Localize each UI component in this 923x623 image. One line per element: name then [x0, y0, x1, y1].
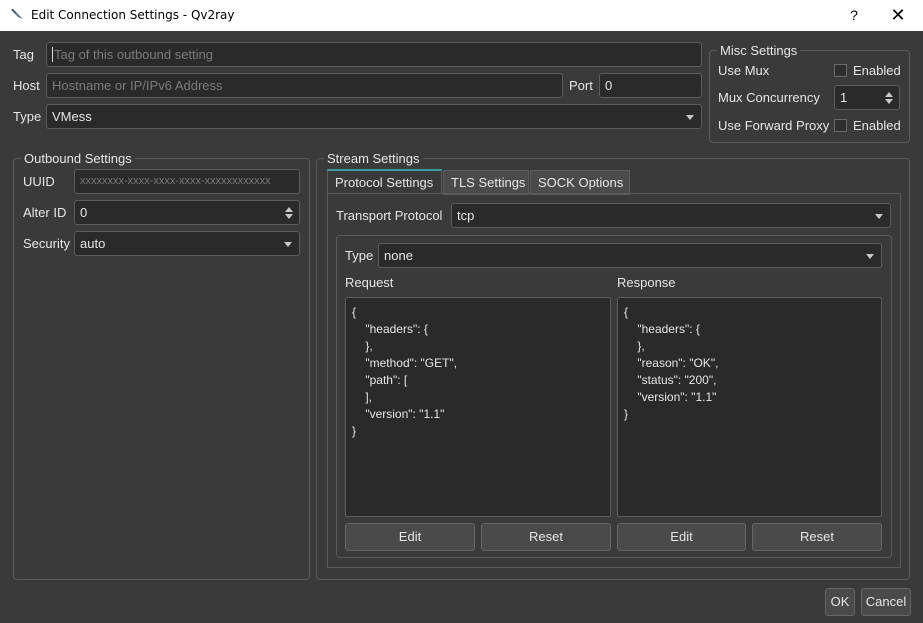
- uuid-label: UUID: [23, 174, 55, 189]
- spin-up-icon[interactable]: [885, 92, 893, 97]
- transport-protocol-value: tcp: [457, 208, 475, 223]
- ok-button[interactable]: OK: [825, 588, 855, 616]
- cancel-button[interactable]: Cancel: [861, 588, 911, 616]
- help-button[interactable]: ?: [836, 0, 872, 31]
- mux-concurrency-label: Mux Concurrency: [718, 90, 820, 105]
- header-type-value: none: [384, 248, 413, 263]
- stream-settings-title: Stream Settings: [324, 151, 423, 166]
- protocol-type-select[interactable]: VMess: [46, 104, 702, 129]
- tag-placeholder: Tag of this outbound setting: [54, 47, 214, 62]
- spin-down-icon[interactable]: [885, 99, 893, 104]
- port-input[interactable]: 0: [599, 73, 702, 98]
- tab-protocol-settings[interactable]: Protocol Settings: [327, 169, 442, 194]
- window-title: Edit Connection Settings - Qv2ray: [31, 8, 235, 22]
- qv2ray-app-icon: [11, 8, 23, 19]
- transport-protocol-select[interactable]: tcp: [451, 203, 891, 228]
- misc-settings-title: Misc Settings: [717, 43, 801, 58]
- uuid-input[interactable]: xxxxxxxx-xxxx-xxxx-xxxx-xxxxxxxxxxxx: [74, 169, 300, 194]
- tag-label: Tag: [13, 47, 34, 62]
- request-label: Request: [345, 275, 394, 290]
- alter-id-spinbox[interactable]: 0: [74, 200, 300, 225]
- forward-proxy-checkbox[interactable]: [834, 119, 847, 132]
- outbound-settings-title: Outbound Settings: [21, 151, 135, 166]
- tab-sock-options[interactable]: SOCK Options: [530, 170, 630, 195]
- response-json-textarea[interactable]: { "headers": { }, "reason": "OK", "statu…: [617, 297, 882, 517]
- security-value: auto: [80, 236, 106, 251]
- request-edit-button[interactable]: Edit: [345, 523, 475, 551]
- use-mux-enabled-label: Enabled: [853, 63, 901, 78]
- host-label: Host: [13, 78, 40, 93]
- header-type-label: Type: [345, 248, 374, 263]
- close-button[interactable]: ✕: [878, 0, 918, 31]
- alter-id-label: Alter ID: [23, 205, 67, 220]
- security-select[interactable]: auto: [74, 231, 300, 256]
- response-edit-button[interactable]: Edit: [617, 523, 746, 551]
- text-caret: [52, 47, 53, 62]
- spin-up-icon[interactable]: [285, 207, 293, 212]
- type-label: Type: [13, 109, 42, 124]
- protocol-type-value: VMess: [52, 109, 92, 124]
- port-label: Port: [569, 78, 593, 93]
- tab-tls-settings[interactable]: TLS Settings: [443, 170, 529, 195]
- security-label: Security: [23, 236, 70, 251]
- title-bar: Edit Connection Settings - Qv2ray ? ✕: [0, 0, 923, 31]
- alter-id-value: 0: [80, 205, 88, 220]
- tag-input[interactable]: Tag of this outbound setting: [46, 42, 702, 67]
- mux-concurrency-spinbox[interactable]: 1: [834, 85, 900, 110]
- mux-concurrency-value: 1: [840, 90, 848, 105]
- transport-protocol-label: Transport Protocol: [336, 208, 443, 223]
- forward-proxy-enabled-label: Enabled: [853, 118, 901, 133]
- request-reset-button[interactable]: Reset: [481, 523, 611, 551]
- host-input[interactable]: Hostname or IP/IPv6 Address: [46, 73, 563, 98]
- request-json-textarea[interactable]: { "headers": { }, "method": "GET", "path…: [345, 297, 611, 517]
- use-mux-checkbox[interactable]: [834, 64, 847, 77]
- response-reset-button[interactable]: Reset: [752, 523, 882, 551]
- use-mux-label: Use Mux: [718, 63, 770, 78]
- forward-proxy-label: Use Forward Proxy: [718, 118, 830, 133]
- header-type-select[interactable]: none: [378, 243, 882, 268]
- spin-down-icon[interactable]: [285, 214, 293, 219]
- response-label: Response: [617, 275, 676, 290]
